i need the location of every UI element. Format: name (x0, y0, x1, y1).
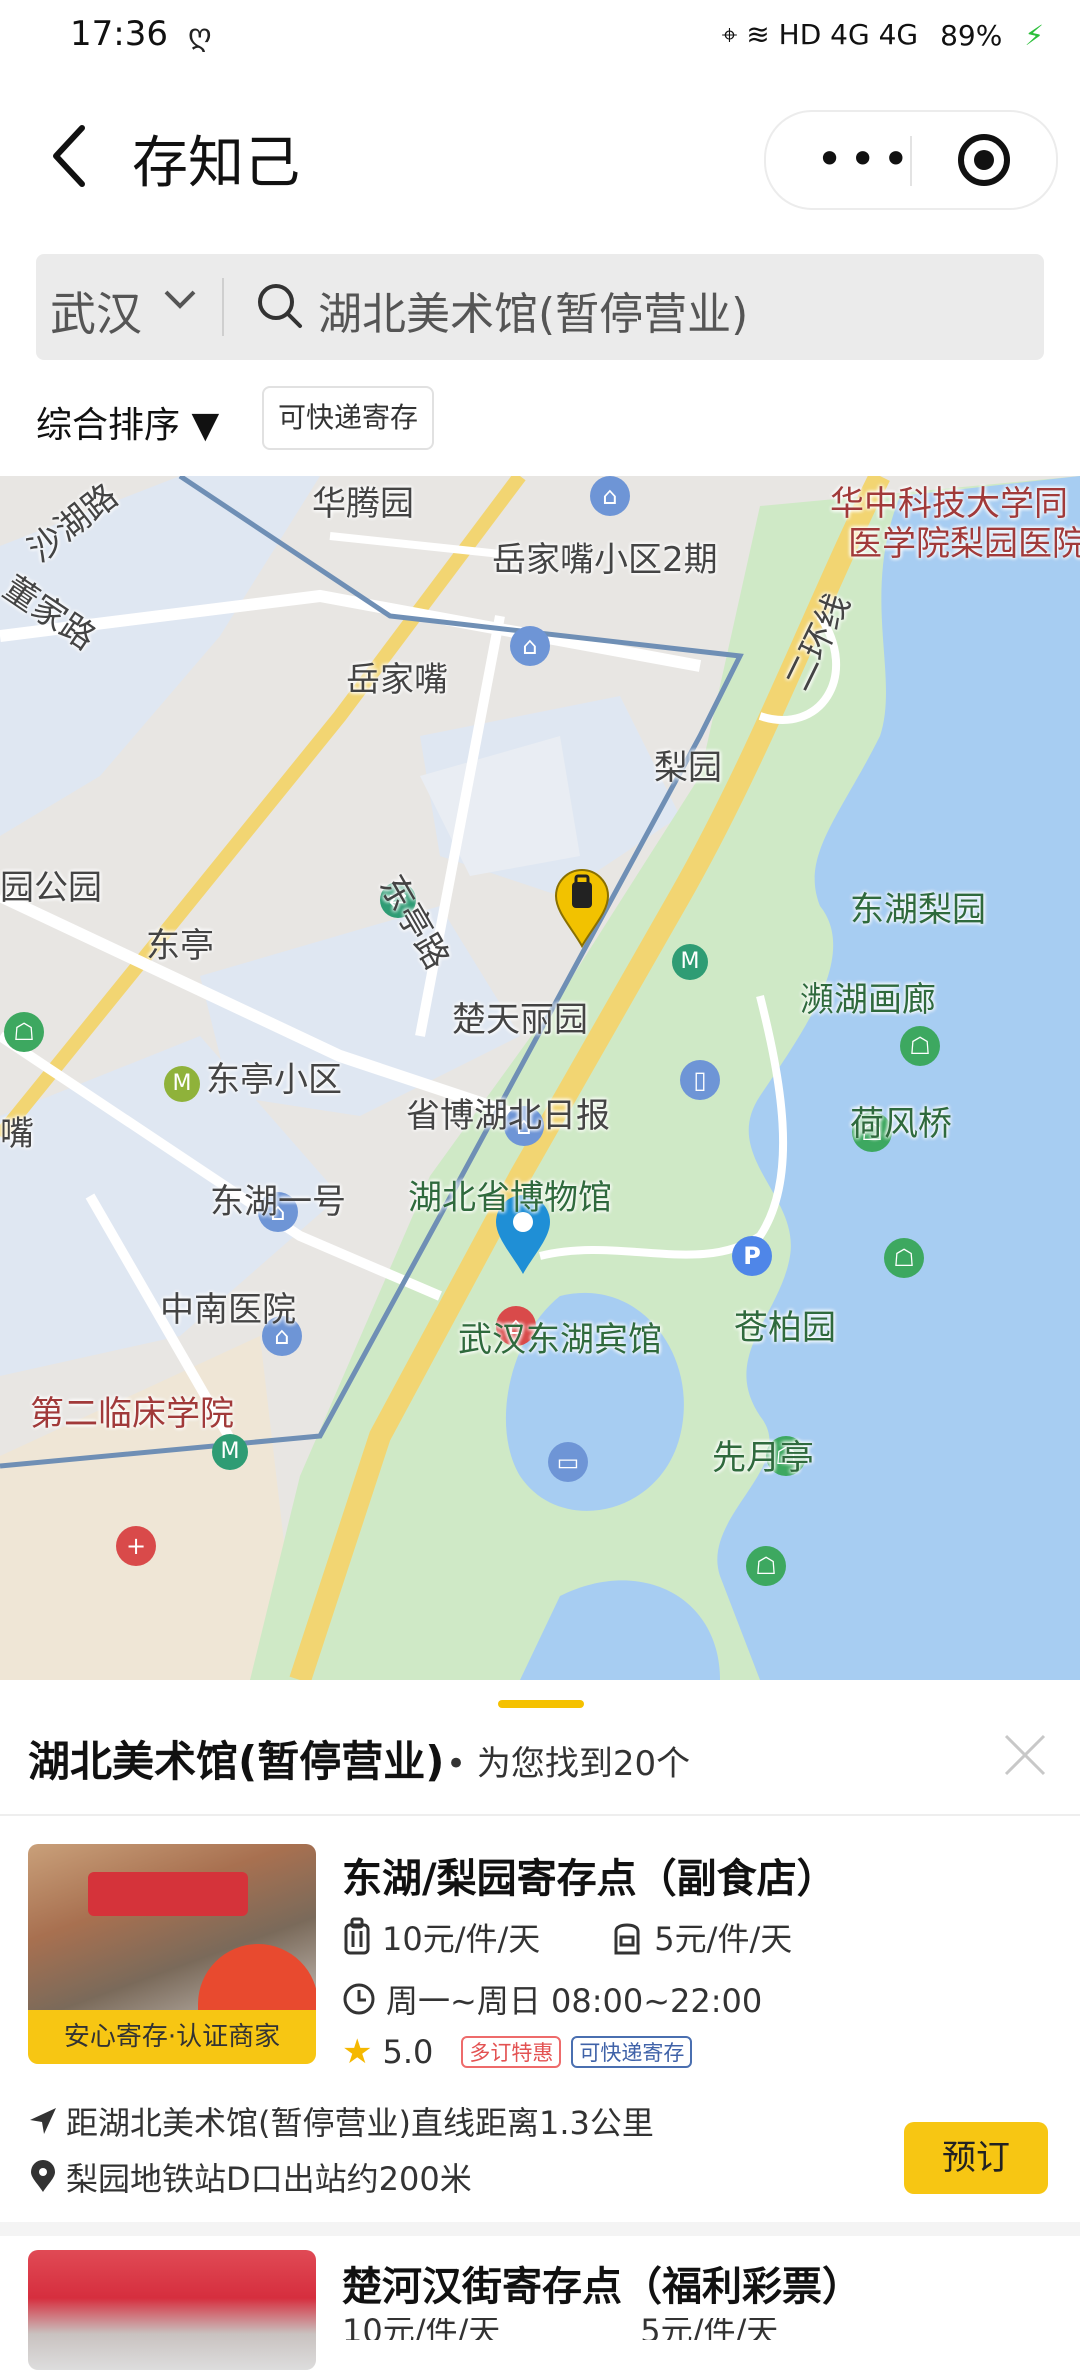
rating-value: 5.0 (382, 2033, 434, 2071)
page-title: 存知己 (132, 131, 300, 196)
mini-program-capsule: ••• (764, 110, 1058, 210)
station-info: 梨园地铁站D口出站约200米 (28, 2154, 472, 2200)
more-icon[interactable]: ••• (816, 132, 915, 186)
distance-text: 距湖北美术馆(暂停营业)直线距离1.3公里 (66, 2104, 654, 2142)
card-divider (0, 2222, 1080, 2236)
photo-sign (88, 1872, 248, 1916)
metro-icon: M (164, 1066, 200, 1102)
map-label: 嘴 (0, 1114, 34, 1154)
search-divider (222, 278, 224, 336)
park-icon: ☖ (746, 1546, 786, 1586)
park-icon: ☖ (900, 1026, 940, 1066)
parking-icon: P (732, 1236, 772, 1276)
storage-location-marker[interactable] (552, 868, 612, 948)
map-label: 武汉东湖宾馆 (458, 1320, 662, 1360)
photo-umbrella (198, 1944, 316, 2014)
divider (0, 1814, 1080, 1816)
search-bar: 武汉 湖北美术馆(暂停营业) (36, 254, 1044, 360)
star-icon: ★ (342, 2032, 373, 2072)
hospital-icon: + (116, 1526, 156, 1566)
status-time: 17:36 (70, 14, 168, 54)
charging-icon: ⚡ (1024, 18, 1044, 52)
weibo-icon: ღ (188, 18, 212, 53)
clock-icon (343, 1983, 375, 2015)
storage-point-name[interactable]: 东湖/梨园寄存点（副食店） (342, 1846, 837, 1904)
chevron-down-icon[interactable] (160, 278, 200, 318)
storage-point-photo[interactable] (28, 2250, 316, 2370)
city-selector[interactable]: 武汉 (50, 278, 142, 344)
map-label: 东湖一号 (210, 1182, 346, 1222)
signal-icons: ⌖ ≋ HD 4G 4G (721, 18, 919, 51)
map-label: 医学院梨园医院 (848, 524, 1080, 564)
discount-tag: 多订特惠 (461, 2036, 562, 2068)
sheet-drag-handle[interactable] (498, 1700, 584, 1708)
map-label: 省博湖北日报 (406, 1096, 610, 1136)
bag-icon (614, 1923, 640, 1955)
storage-point-name[interactable]: 楚河汉街寄存点（福利彩票） (342, 2254, 862, 2312)
price-row: 10元/件/天 5元/件/天 (342, 2318, 778, 2340)
residential-icon: ⌂ (590, 476, 630, 516)
facility-icon: ▯ (680, 1060, 720, 1100)
map-label: 瀕湖画廊 (800, 980, 936, 1020)
map-view[interactable]: ⌂ ⌂ ▯ ⌂ ⌂ ⌂ ▭ ⇄ M M M ☖ ☖ ☖ ☖ ☖ ☖ ⌂ + P … (0, 476, 1080, 1680)
metro-icon: M (672, 944, 708, 980)
map-label: 梨园 (654, 748, 722, 788)
navigation-icon (30, 2108, 56, 2134)
map-label: 苍柏园 (734, 1308, 836, 1348)
map-label: 中南医院 (160, 1290, 296, 1330)
bag-price: 5元/件/天 (654, 1920, 793, 1958)
suitcase-price: 10元/件/天 (342, 2318, 501, 2340)
back-icon[interactable] (42, 116, 102, 196)
hours-row: 周一~周日 08:00~22:00 (342, 1976, 762, 2022)
map-label: 岳家嘴小区2期 (492, 540, 718, 580)
certified-merchant-badge: 安心寄存·认证商家 (28, 2010, 316, 2064)
sort-dropdown[interactable]: 综合排序 ▼ (36, 396, 219, 448)
park-icon: ☖ (884, 1238, 924, 1278)
express-tag: 可快递寄存 (571, 2036, 693, 2068)
results-title: 湖北美术馆(暂停营业) (28, 1737, 445, 1786)
park-icon: ☖ (4, 1012, 44, 1052)
search-input[interactable]: 湖北美术馆(暂停营业) (318, 278, 748, 342)
map-label: 楚天丽园 (452, 1000, 588, 1040)
metro-icon: M (212, 1434, 248, 1470)
results-count: • 为您找到20个 (446, 1744, 691, 1784)
map-label: 东亭小区 (206, 1060, 342, 1100)
close-icon[interactable] (1002, 1732, 1048, 1778)
location-pin-icon (31, 2160, 55, 2192)
suitcase-icon (344, 1917, 370, 1955)
map-label: 东湖梨园 (850, 890, 986, 930)
map-label: 第二临床学院 (30, 1394, 234, 1434)
station-text: 梨园地铁站D口出站约200米 (66, 2160, 472, 2198)
map-label: 湖北省博物馆 (408, 1178, 612, 1218)
battery-level: 89% (940, 18, 1003, 52)
capsule-divider (910, 136, 912, 186)
map-label: 荷风桥 (850, 1104, 952, 1144)
suitcase-price: 10元/件/天 (382, 1920, 541, 1958)
bag-price: 5元/件/天 (640, 2318, 779, 2340)
distance-info: 距湖北美术馆(暂停营业)直线距离1.3公里 (28, 2098, 654, 2144)
close-program-icon[interactable] (958, 134, 1010, 186)
map-label: 东亭 (146, 926, 214, 966)
map-label: 华腾园 (312, 484, 414, 524)
map-label: 岳家嘴 (346, 660, 448, 700)
express-storage-filter[interactable]: 可快递寄存 (262, 386, 435, 450)
residential-icon: ⌂ (510, 626, 550, 666)
search-icon (258, 284, 302, 328)
map-label: 先月亭 (712, 1438, 814, 1478)
map-label: 园公园 (0, 868, 102, 908)
rating-row: ★ 5.0 多订特惠 可快递寄存 (342, 2032, 693, 2072)
header-bar: 存知己 ••• (0, 80, 1080, 230)
opening-hours: 周一~周日 08:00~22:00 (386, 1982, 763, 2020)
hotel-icon: ▭ (548, 1442, 588, 1482)
status-icons: ⌖ ≋ HD 4G 4G 89% ⚡ (722, 18, 1044, 52)
book-button[interactable]: 预订 (904, 2122, 1048, 2194)
price-row: 10元/件/天 5元/件/天 (342, 1914, 792, 1960)
status-bar: 17:36 ღ ⌖ ≋ HD 4G 4G 89% ⚡ (0, 0, 1080, 80)
